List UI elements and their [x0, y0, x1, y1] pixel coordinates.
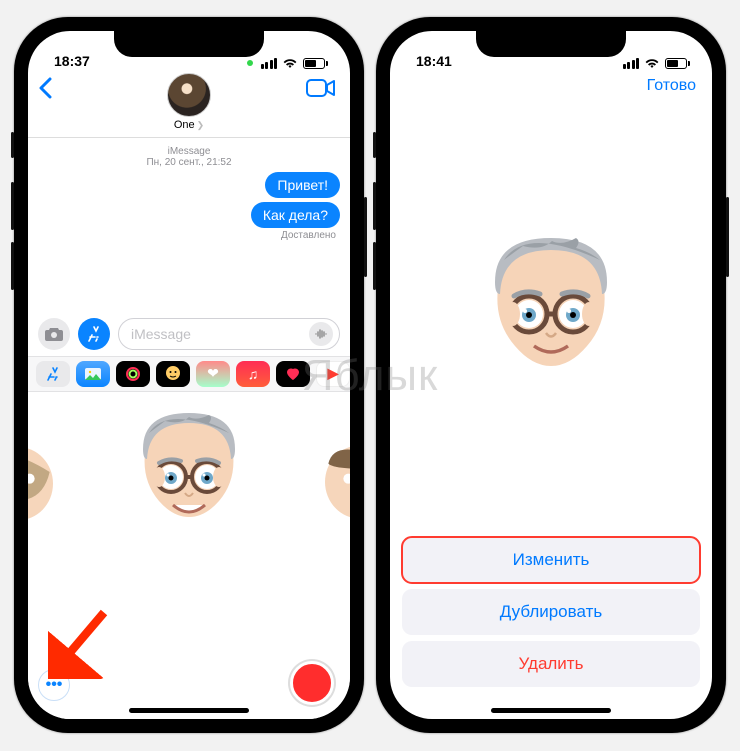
- thread-service-label: iMessage: [38, 146, 340, 157]
- status-time: 18:41: [416, 53, 452, 69]
- battery-icon: [665, 58, 690, 69]
- phone-frame-left: 18:37 One ❯: [14, 17, 364, 733]
- memoji-action-sheet: Изменить Дублировать Удалить: [390, 531, 712, 719]
- memoji-current[interactable]: [119, 407, 259, 547]
- phone-frame-right: 18:41 Готово: [376, 17, 726, 733]
- digital-touch-app-icon[interactable]: [276, 361, 310, 387]
- memoji-drawer: •••: [28, 392, 350, 720]
- notch: [114, 31, 264, 57]
- message-bubble[interactable]: Как дела?: [251, 202, 340, 228]
- appstore-icon: [86, 326, 102, 342]
- facetime-button[interactable]: [306, 77, 336, 104]
- message-area[interactable]: iMessage Пн, 20 сент., 21:52 Привет! Как…: [28, 138, 350, 312]
- record-button[interactable]: [290, 661, 334, 705]
- status-time: 18:37: [54, 53, 90, 69]
- camera-in-use-dot-icon: [247, 60, 253, 66]
- app-store-app-icon[interactable]: [36, 361, 70, 387]
- back-button[interactable]: [38, 77, 52, 106]
- message-input[interactable]: iMessage: [118, 318, 340, 350]
- more-apps-icon[interactable]: ▶: [316, 361, 350, 387]
- contact-name[interactable]: One ❯: [174, 119, 204, 131]
- chevron-right-icon: ❯: [197, 120, 205, 131]
- duplicate-button[interactable]: Дублировать: [402, 589, 700, 635]
- message-placeholder: iMessage: [131, 326, 191, 342]
- music-app-icon[interactable]: ♫: [236, 361, 270, 387]
- notch: [476, 31, 626, 57]
- cellular-icon: [623, 58, 640, 69]
- memoji-prev[interactable]: [28, 427, 68, 527]
- delete-button[interactable]: Удалить: [402, 641, 700, 687]
- chat-header: One ❯: [28, 71, 350, 138]
- chevron-left-icon: [38, 77, 52, 99]
- app-store-button[interactable]: [78, 318, 110, 350]
- wifi-icon: [644, 57, 660, 69]
- home-indicator[interactable]: [129, 708, 249, 713]
- camera-icon: [44, 326, 64, 342]
- waveform-icon: [315, 328, 327, 340]
- screen-left: 18:37 One ❯: [28, 31, 350, 719]
- compose-bar: iMessage: [28, 312, 350, 356]
- contact-avatar[interactable]: [167, 73, 211, 117]
- fitness-app-icon[interactable]: [116, 361, 150, 387]
- message-bubble[interactable]: Привет!: [265, 172, 340, 198]
- done-button[interactable]: Готово: [647, 77, 696, 95]
- wifi-icon: [282, 57, 298, 69]
- cellular-icon: [261, 58, 278, 69]
- photos-app-icon[interactable]: [76, 361, 110, 387]
- delivered-label: Доставлено: [38, 230, 340, 241]
- app-strip[interactable]: ❤ ♫ ▶: [28, 356, 350, 392]
- stickers-app-icon[interactable]: ❤: [196, 361, 230, 387]
- screen-right: 18:41 Готово: [390, 31, 712, 719]
- nav-bar: Готово: [390, 71, 712, 95]
- camera-button[interactable]: [38, 318, 70, 350]
- memoji-preview: [390, 95, 712, 531]
- voice-memo-button[interactable]: [309, 322, 333, 346]
- memoji-app-icon[interactable]: [156, 361, 190, 387]
- home-indicator[interactable]: [491, 708, 611, 713]
- memoji-next[interactable]: [310, 427, 350, 527]
- edit-button[interactable]: Изменить: [402, 537, 700, 583]
- annotation-arrow-icon: [48, 609, 118, 679]
- video-icon: [306, 77, 336, 99]
- thread-date-label: Пн, 20 сент., 21:52: [38, 157, 340, 168]
- battery-icon: [303, 58, 328, 69]
